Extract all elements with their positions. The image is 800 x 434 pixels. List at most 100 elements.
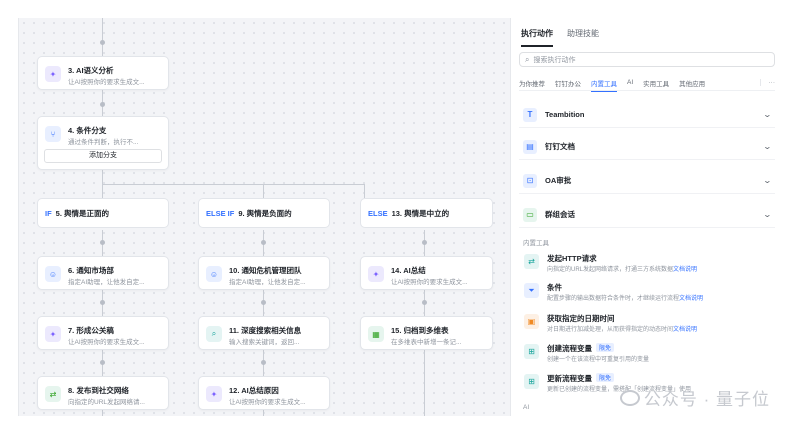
group-oa-approval[interactable]: ⊡ OA审批 ⌄ <box>519 168 775 194</box>
more-icon[interactable]: ··· <box>759 79 775 86</box>
tool-name: 获取指定的日期时间 <box>547 314 615 323</box>
tool-condition[interactable]: ⏷ 条件 配置步骤的输出数据符合条件时，才继续运行流程文档说明 <box>519 279 775 305</box>
node-title: 7. 形成公关稿 <box>68 326 114 335</box>
connector-dot[interactable] <box>100 240 105 245</box>
variable-icon: ⊞ <box>524 374 539 389</box>
doc-link[interactable]: 文档说明 <box>679 296 703 302</box>
node-title: 10. 通知危机管理团队 <box>229 266 302 275</box>
branch-icon: ⑂ <box>45 126 61 142</box>
condition-if[interactable]: IF 5. 舆情是正面的 <box>37 198 169 228</box>
table-icon: ▦ <box>368 326 384 342</box>
category-recommended[interactable]: 为你推荐 <box>519 78 545 88</box>
node-subtitle: 输入搜索关键词，返回... <box>229 339 300 346</box>
category-tabs: 为你推荐 钉钉办公 内置工具 AI 实用工具 其他应用 ··· <box>519 75 775 92</box>
http-icon: ⇄ <box>45 386 61 402</box>
workflow-node-12[interactable]: ✦ 12. AI总结原因 让AI按照你的要求生成文... <box>198 376 330 410</box>
workflow-node-8[interactable]: ⇄ 8. 发布到社交网络 向指定的URL发起网络请... <box>37 376 169 410</box>
watermark: 公众号 · 量子位 <box>619 385 770 410</box>
tab-actions[interactable]: 执行动作 <box>521 28 553 47</box>
group-name: Teambition <box>545 110 585 119</box>
panel-tabs: 执行动作 助理技能 <box>521 28 599 47</box>
node-title: 4. 条件分支 <box>68 126 107 135</box>
node-subtitle: 指定AI助理，让他发自定... <box>68 279 145 286</box>
chevron-down-icon: ⌄ <box>762 210 773 219</box>
tool-desc: 创建一个在该流程中可重复引用的变量 <box>547 357 650 363</box>
connector-dot[interactable] <box>100 40 105 45</box>
node-subtitle: 在多维表中新增一条记... <box>391 339 462 346</box>
doc-icon: ▤ <box>523 139 537 154</box>
workflow-canvas[interactable]: ✦ 3. AI语义分析 让AI按照你的要求生成文... ⑂ 4. 条件分支 通过… <box>18 18 510 416</box>
doc-link[interactable]: 文档说明 <box>673 267 697 273</box>
connector-dot[interactable] <box>261 360 266 365</box>
free-badge: 限免 <box>596 373 615 382</box>
section-builtin-tools: 内置工具 <box>523 240 549 247</box>
node-title: 15. 归档到多维表 <box>391 326 449 335</box>
tool-desc: 向指定的URL发起网络请求，打通三方系统数据文档说明 <box>547 267 698 273</box>
node-title: 3. AI语义分析 <box>68 66 114 75</box>
tool-desc: 配置步骤的输出数据符合条件时，才继续运行流程文档说明 <box>547 296 704 302</box>
chevron-down-icon: ⌄ <box>762 142 773 151</box>
workflow-node-4[interactable]: ⑂ 4. 条件分支 通过条件判断，执行不... 添加分支 <box>37 116 169 170</box>
workflow-node-7[interactable]: ✦ 7. 形成公关稿 让AI按照你的要求生成文... <box>37 316 169 350</box>
group-name: 群组会话 <box>545 210 575 219</box>
workflow-node-6[interactable]: ☺ 6. 通知市场部 指定AI助理，让他发自定... <box>37 256 169 290</box>
connector-dot[interactable] <box>100 102 105 107</box>
ai-sparkle-icon: ✦ <box>368 266 384 282</box>
workflow-node-3[interactable]: ✦ 3. AI语义分析 让AI按照你的要求生成文... <box>37 56 169 90</box>
workflow-node-11[interactable]: ⌕ 11. 深度搜索相关信息 输入搜索关键词，返回... <box>198 316 330 350</box>
node-title: 11. 深度搜索相关信息 <box>229 326 302 335</box>
condition-label: 5. 舆情是正面的 <box>55 208 110 218</box>
workflow-node-14[interactable]: ✦ 14. AI总结 让AI按照你的要求生成文... <box>360 256 493 290</box>
tool-get-datetime[interactable]: ▣ 获取指定的日期时间 对日期进行加减处理，从而获得指定的动态时间文档说明 <box>519 310 775 336</box>
condition-else[interactable]: ELSE 13. 舆情是中立的 <box>360 198 493 228</box>
condition-label: 13. 舆情是中立的 <box>391 208 450 218</box>
tool-desc: 对日期进行加减处理，从而获得指定的动态时间文档说明 <box>547 327 698 333</box>
calendar-icon: ▣ <box>524 314 539 329</box>
group-name: OA审批 <box>545 176 572 185</box>
watermark-text: 公众号 · 量子位 <box>643 390 770 409</box>
http-icon: ⇄ <box>524 254 539 269</box>
category-builtin-tools[interactable]: 内置工具 <box>591 78 617 92</box>
connector-dot[interactable] <box>100 360 105 365</box>
teambition-icon: T <box>523 107 537 122</box>
node-subtitle: 指定AI助理，让他发自定... <box>229 279 306 286</box>
ai-sparkle-icon: ✦ <box>206 386 222 402</box>
node-subtitle: 让AI按照你的要求生成文... <box>229 399 306 406</box>
connector-dot[interactable] <box>422 300 427 305</box>
add-branch-button[interactable]: 添加分支 <box>44 149 162 163</box>
node-subtitle: 让AI按照你的要求生成文... <box>68 339 145 346</box>
group-teambition[interactable]: T Teambition ⌄ <box>519 102 775 128</box>
chat-icon: ▭ <box>523 207 537 222</box>
connector-dot[interactable] <box>261 300 266 305</box>
filter-icon: ⏷ <box>524 283 539 298</box>
workflow-node-15[interactable]: ▦ 15. 归档到多维表 在多维表中新增一条记... <box>360 316 493 350</box>
workflow-node-10[interactable]: ☺ 10. 通知危机管理团队 指定AI助理，让他发自定... <box>198 256 330 290</box>
tool-http-request[interactable]: ⇄ 发起HTTP请求 向指定的URL发起网络请求，打通三方系统数据文档说明 <box>519 250 775 276</box>
category-utilities[interactable]: 实用工具 <box>643 78 669 88</box>
category-ai[interactable]: AI <box>627 79 633 86</box>
condition-else-if[interactable]: ELSE IF 9. 舆情是负面的 <box>198 198 330 228</box>
ai-sparkle-icon: ✦ <box>45 66 61 82</box>
bot-message-icon: ☺ <box>206 266 222 282</box>
search-icon: ⌕ <box>525 54 530 64</box>
node-title: 14. AI总结 <box>391 266 426 275</box>
connector-dot[interactable] <box>422 240 427 245</box>
group-dingtalk-doc[interactable]: ▤ 钉钉文档 ⌄ <box>519 134 775 160</box>
tab-assistant-skills[interactable]: 助理技能 <box>567 28 599 47</box>
connector-dot[interactable] <box>261 240 266 245</box>
search-input[interactable]: ⌕ 搜索执行动作 <box>519 52 775 67</box>
free-badge: 限免 <box>596 343 615 352</box>
category-other-apps[interactable]: 其他应用 <box>679 78 705 88</box>
condition-keyword: ELSE IF <box>206 208 235 218</box>
node-title: 6. 通知市场部 <box>68 266 114 275</box>
doc-link[interactable]: 文档说明 <box>673 327 697 333</box>
variable-icon: ⊞ <box>524 344 539 359</box>
chevron-down-icon: ⌄ <box>762 176 773 185</box>
node-title: 12. AI总结原因 <box>229 386 279 395</box>
connector-dot[interactable] <box>100 300 105 305</box>
tool-create-variable[interactable]: ⊞ 创建流程变量 限免 创建一个在该流程中可重复引用的变量 <box>519 340 775 366</box>
group-chat[interactable]: ▭ 群组会话 ⌄ <box>519 202 775 228</box>
category-dingtalk-office[interactable]: 钉钉办公 <box>555 78 581 88</box>
bot-message-icon: ☺ <box>45 266 61 282</box>
tool-name: 创建流程变量 限免 <box>547 343 615 354</box>
